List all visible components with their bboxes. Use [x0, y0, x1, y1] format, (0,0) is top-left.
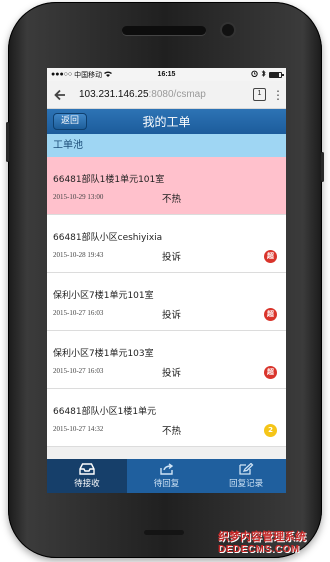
- watermark-title: 织梦内容管理系统: [218, 530, 306, 543]
- carrier-label: 中国移动: [74, 71, 103, 79]
- browser-back-icon[interactable]: [53, 86, 71, 104]
- order-address: 保利小区7楼1单元103室: [53, 349, 154, 359]
- work-order-item[interactable]: 66481部队小区ceshiyixia 2015-10-28 19:43 投诉 …: [47, 215, 286, 273]
- order-type: 不热: [162, 194, 182, 205]
- order-date: 2015-10-29 13:00: [53, 193, 104, 201]
- work-order-item[interactable]: 66481部队1楼1单元101室 2015-10-29 13:00 不热: [47, 157, 286, 215]
- tab-switcher-button[interactable]: 1: [253, 88, 266, 101]
- earpiece-speaker: [122, 26, 206, 35]
- alarm-icon: [251, 70, 258, 79]
- power-key: [321, 152, 324, 182]
- order-address: 66481部队小区1楼1单元: [53, 407, 157, 417]
- tab-pending-reply[interactable]: 待回复: [127, 459, 207, 493]
- order-address: 66481部队小区ceshiyixia: [53, 233, 163, 243]
- edit-icon: [239, 463, 254, 475]
- watermark-domain: DEDECMS.COM: [218, 544, 300, 555]
- tab-pending-receive[interactable]: 待接收: [47, 459, 127, 493]
- signal-icon: ●●●○○: [51, 71, 73, 78]
- bottom-tab-bar: 待接收 待回复 回复记录: [47, 459, 286, 493]
- tab-label: 回复记录: [229, 479, 264, 489]
- order-date: 2015-10-27 14:32: [53, 425, 104, 433]
- order-type: 不热: [162, 426, 182, 437]
- front-camera: [222, 24, 234, 36]
- order-date: 2015-10-27 16:03: [53, 309, 104, 317]
- order-date: 2015-10-27 16:03: [53, 367, 104, 375]
- url-path: :8080/csmap: [148, 89, 206, 100]
- order-badge: 超: [264, 366, 277, 379]
- bluetooth-icon: [261, 70, 266, 79]
- order-address: 66481部队1楼1单元101室: [53, 175, 165, 185]
- url-host: 103.231.146.25: [79, 89, 149, 100]
- site-watermark: 织梦内容管理系统 DEDECMS.COM: [218, 528, 324, 558]
- back-button[interactable]: 返回: [53, 113, 88, 130]
- order-badge: 超: [264, 308, 277, 321]
- volume-key: [6, 122, 9, 162]
- microphone-grille: [144, 530, 184, 535]
- tab-label: 待回复: [153, 479, 180, 489]
- address-field[interactable]: 103.231.146.25:8080/csmap: [75, 85, 249, 105]
- status-bar: ●●●○○ 中国移动 16:15: [47, 68, 286, 81]
- order-date: 2015-10-28 19:43: [53, 251, 104, 259]
- tab-reply-history[interactable]: 回复记录: [206, 459, 286, 493]
- order-badge: 2: [264, 424, 277, 437]
- inbox-icon: [79, 463, 95, 475]
- reply-icon: [159, 463, 173, 475]
- tab-label: 待接收: [74, 479, 100, 489]
- order-type: 投诉: [162, 368, 182, 379]
- status-time: 16:15: [157, 71, 176, 78]
- work-order-item[interactable]: 66481部队小区1楼1单元 2015-10-27 14:32 不热 2: [47, 389, 286, 447]
- phone-screen: ●●●○○ 中国移动 16:15 103.231.146.25:8080/csm…: [47, 68, 286, 493]
- browser-menu-icon[interactable]: ⋮: [272, 89, 284, 101]
- work-order-item[interactable]: 保利小区7楼1单元103室 2015-10-27 16:03 投诉 超: [47, 331, 286, 389]
- order-type: 投诉: [162, 310, 182, 321]
- battery-level: [270, 72, 280, 77]
- browser-url-bar: 103.231.146.25:8080/csmap 1 ⋮: [47, 81, 286, 109]
- wifi-icon: [104, 71, 113, 79]
- battery-icon: [269, 71, 284, 78]
- work-order-item[interactable]: 保利小区7楼1单元101室 2015-10-27 16:03 投诉 超: [47, 273, 286, 331]
- work-order-list: 66481部队1楼1单元101室 2015-10-29 13:00 不热 664…: [47, 157, 286, 447]
- app-header: 返回 我的工单: [47, 109, 286, 134]
- section-header: 工单池: [47, 134, 286, 157]
- order-badge: 超: [264, 250, 277, 263]
- order-address: 保利小区7楼1单元101室: [53, 291, 154, 301]
- order-type: 投诉: [162, 252, 182, 263]
